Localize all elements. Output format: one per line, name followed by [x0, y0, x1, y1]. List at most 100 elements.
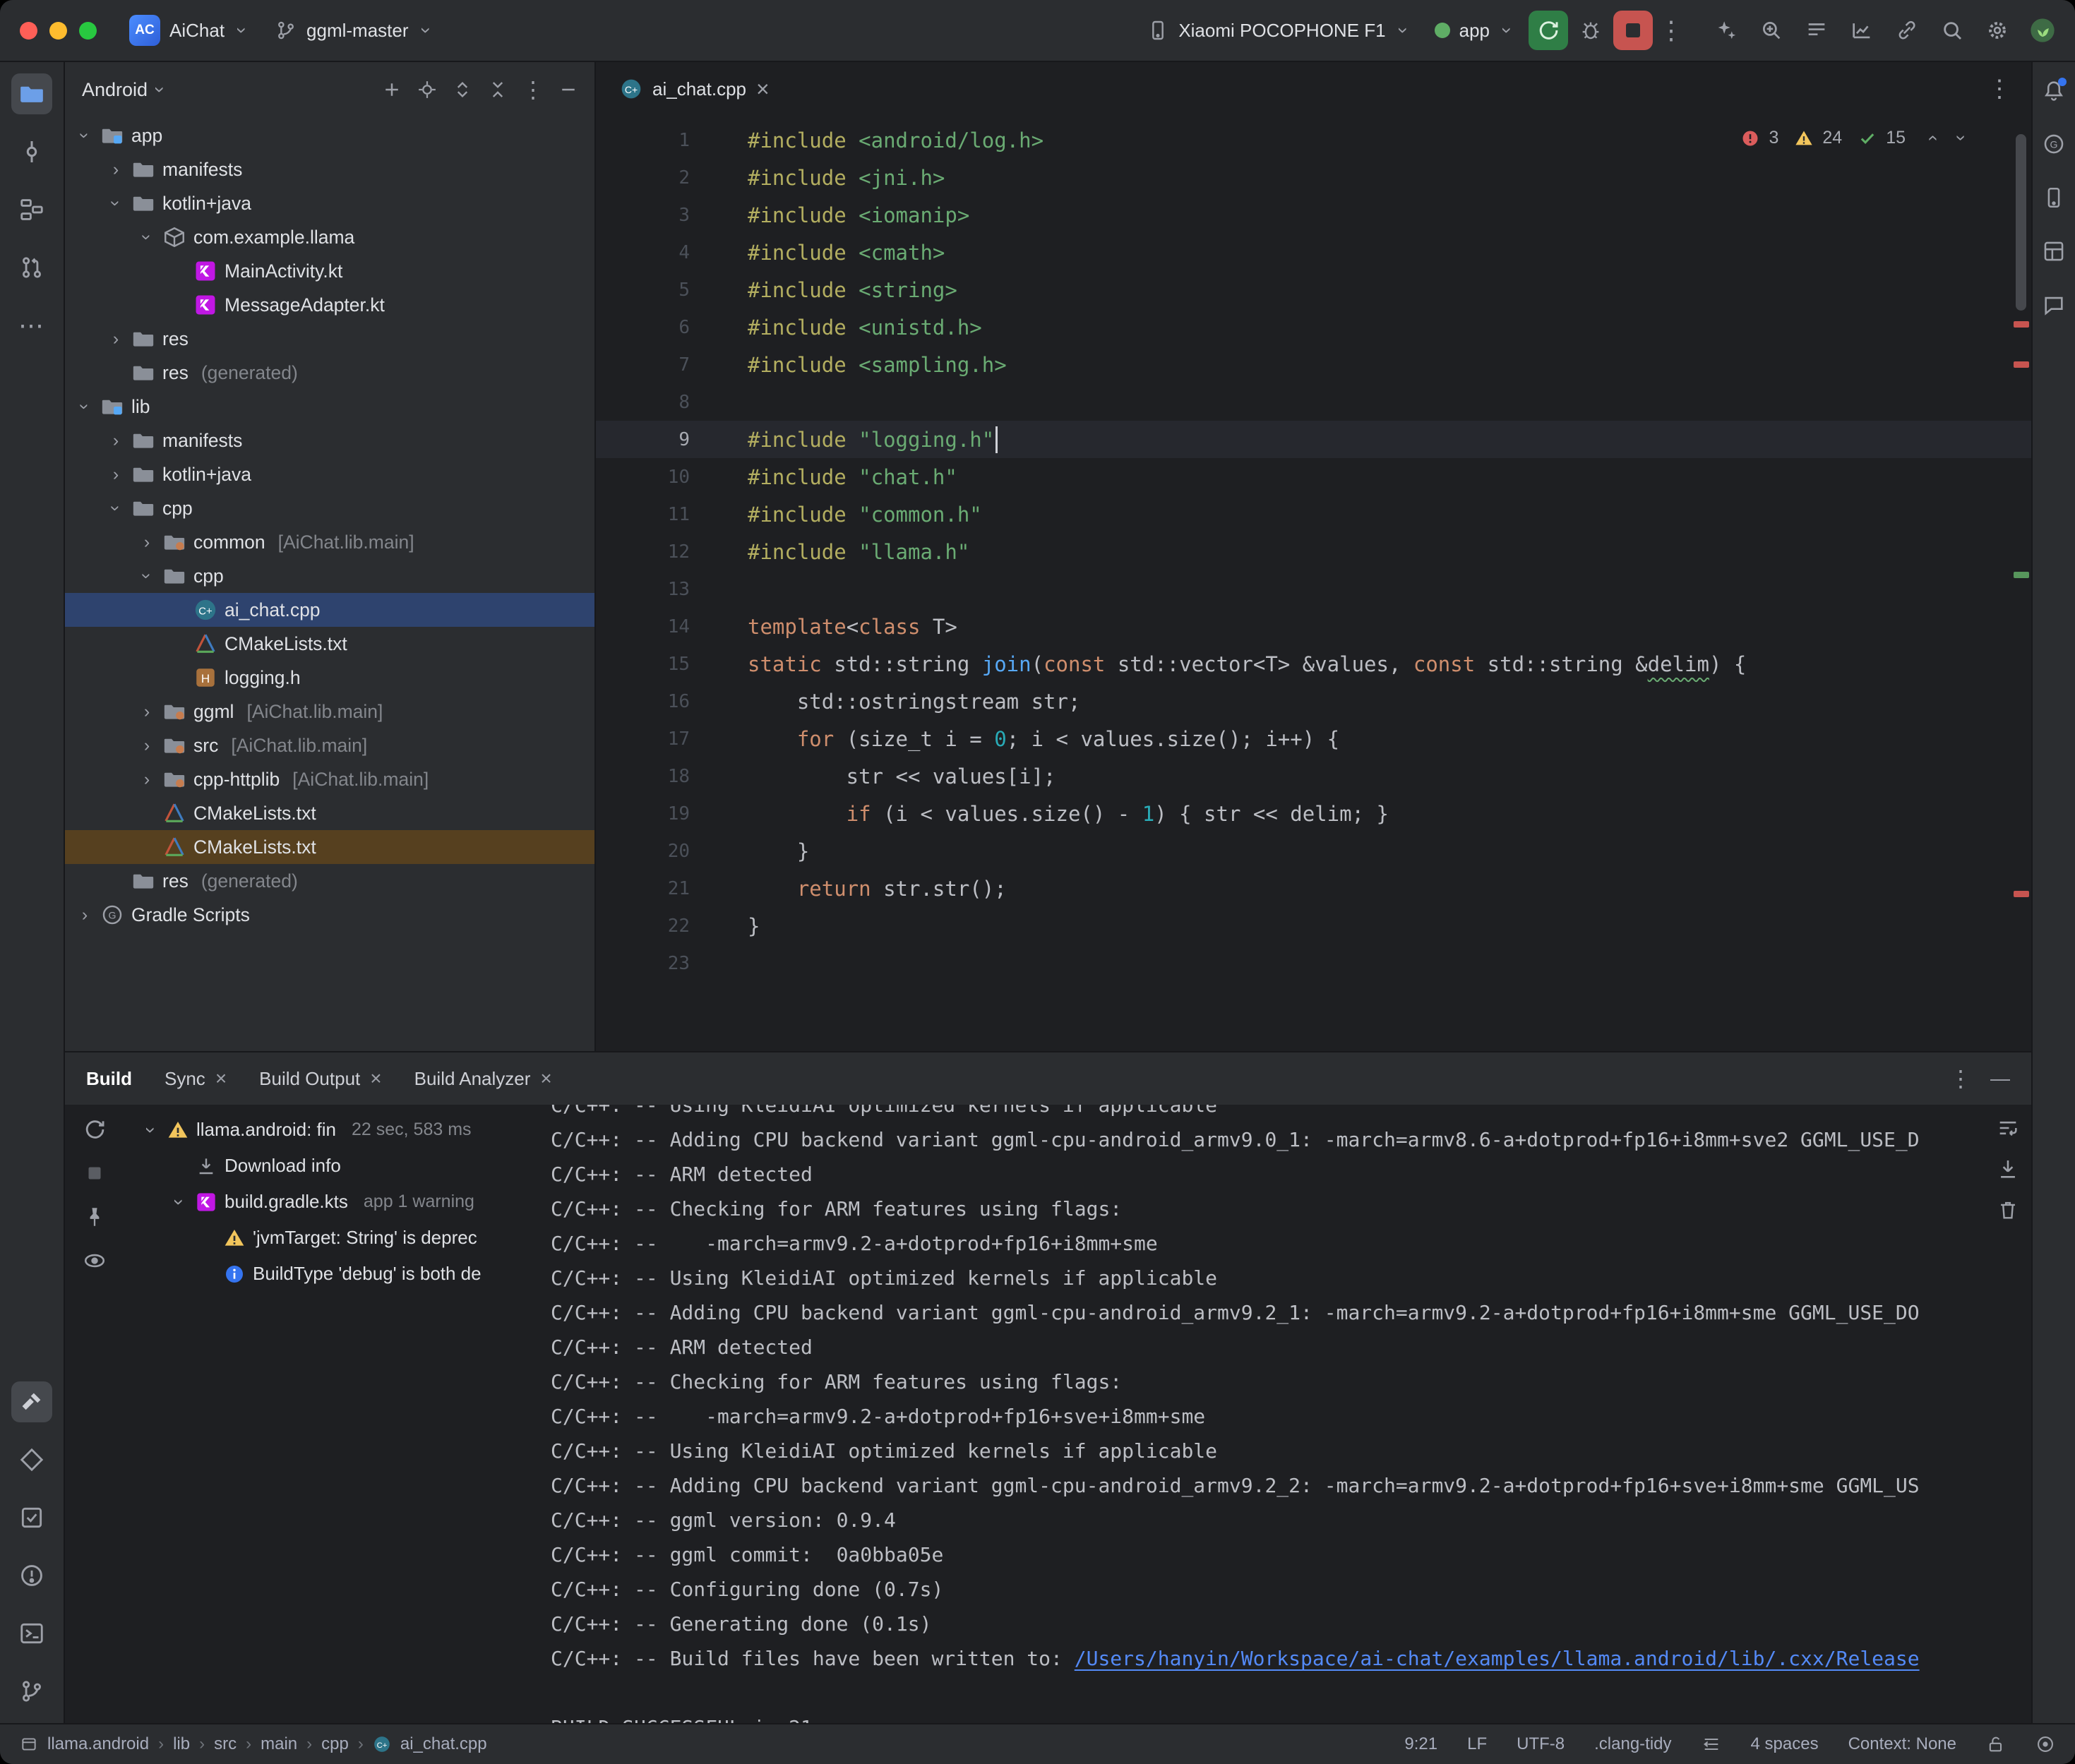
build-tree-item-build-gradle-kts[interactable]: ›build.gradle.ktsapp 1 warning — [124, 1184, 531, 1220]
line-number[interactable]: 14 — [596, 616, 748, 637]
line-number[interactable]: 22 — [596, 916, 748, 937]
build-tab-build-output[interactable]: Build Output× — [259, 1067, 381, 1090]
tree-item-gradle-scripts[interactable]: ›GGradle Scripts — [65, 898, 594, 932]
error-stripe-mark[interactable] — [2014, 361, 2029, 368]
close-tab-icon[interactable]: × — [756, 78, 770, 100]
editor-tab[interactable]: C+ ai_chat.cpp × — [602, 62, 788, 116]
line-number[interactable]: 13 — [596, 579, 748, 600]
build-panel-options-icon[interactable]: ⋮ — [1949, 1065, 1972, 1092]
line-number[interactable]: 15 — [596, 654, 748, 675]
logcat-icon[interactable] — [1800, 13, 1834, 47]
inspections-status-icon[interactable] — [2035, 1734, 2055, 1754]
code-line-8[interactable]: 8 — [596, 383, 2031, 421]
chevron-down-icon[interactable]: › — [171, 1194, 188, 1211]
tree-item-res[interactable]: res(generated) — [65, 356, 594, 390]
tree-item-messageadapter-kt[interactable]: MessageAdapter.kt — [65, 288, 594, 322]
device-manager-button[interactable] — [2037, 181, 2071, 215]
ai-actions-icon[interactable] — [1709, 13, 1743, 47]
line-number[interactable]: 5 — [596, 280, 748, 301]
tree-item-manifests[interactable]: ›manifests — [65, 152, 594, 186]
breadcrumb[interactable]: llama.android›lib›src›main›cpp›C+ai_chat… — [20, 1734, 487, 1754]
debug-button[interactable] — [1571, 11, 1610, 50]
add-icon[interactable] — [376, 73, 408, 106]
code-line-22[interactable]: 22} — [596, 907, 2031, 944]
tree-item-mainactivity-kt[interactable]: MainActivity.kt — [65, 254, 594, 288]
collapse-all-icon[interactable] — [482, 73, 514, 106]
inspections-widget[interactable]: 3 24 15 › › — [1740, 127, 1972, 149]
chevron-down-icon[interactable]: › — [143, 1122, 160, 1139]
line-number[interactable]: 10 — [596, 467, 748, 488]
tree-item-kotlin-java[interactable]: ›kotlin+java — [65, 186, 594, 220]
code-line-14[interactable]: 14template<class T> — [596, 608, 2031, 645]
notifications-button[interactable] — [2037, 73, 2071, 107]
tree-item-cmakelists-txt[interactable]: CMakeLists.txt — [65, 796, 594, 830]
line-number[interactable]: 6 — [596, 317, 748, 338]
code-line-21[interactable]: 21 return str.str(); — [596, 870, 2031, 907]
code-line-5[interactable]: 5#include <string> — [596, 271, 2031, 308]
chevron-right-icon[interactable]: › — [138, 737, 155, 754]
tree-item-app[interactable]: ›app — [65, 119, 594, 152]
hide-panel-icon[interactable] — [552, 73, 585, 106]
chevron-down-icon[interactable]: › — [138, 568, 155, 584]
tree-item-ai-chat-cpp[interactable]: C+ai_chat.cpp — [65, 593, 594, 627]
chevron-right-icon[interactable]: › — [76, 906, 93, 923]
inspect-icon[interactable] — [83, 1249, 107, 1273]
project-tree[interactable]: ›app›manifests›kotlin+java›com.example.l… — [65, 117, 594, 1051]
tree-item-cpp[interactable]: ›cpp — [65, 559, 594, 593]
version-control-tool-button[interactable] — [11, 1671, 52, 1712]
tree-item-cpp[interactable]: ›cpp — [65, 491, 594, 525]
zoom-window-button[interactable] — [79, 22, 97, 40]
build-tree[interactable]: ›llama.android: fin22 sec, 583 msDownloa… — [124, 1105, 531, 1723]
chevron-right-icon[interactable]: › — [107, 432, 124, 449]
code-line-13[interactable]: 13 — [596, 570, 2031, 608]
chevron-right-icon[interactable]: › — [138, 771, 155, 788]
line-number[interactable]: 23 — [596, 953, 748, 974]
terminal-tool-button[interactable] — [11, 1613, 52, 1654]
code-line-2[interactable]: 2#include <jni.h> — [596, 159, 2031, 196]
breadcrumb-item-ai-chat-cpp[interactable]: ai_chat.cpp — [400, 1734, 487, 1754]
tree-item-res[interactable]: ›res — [65, 322, 594, 356]
settings-gear-icon[interactable] — [1980, 13, 2014, 47]
pin-icon[interactable] — [83, 1205, 107, 1229]
chevron-down-icon[interactable]: › — [107, 500, 124, 517]
chevron-down-icon[interactable]: › — [138, 229, 155, 246]
rerun-build-icon[interactable] — [83, 1117, 107, 1141]
chevron-right-icon[interactable]: › — [107, 330, 124, 347]
code-line-16[interactable]: 16 std::ostringstream str; — [596, 683, 2031, 720]
close-tab-icon[interactable]: × — [370, 1067, 381, 1090]
profile-avatar[interactable] — [2026, 13, 2059, 47]
assistant-button[interactable] — [2037, 288, 2071, 322]
line-number[interactable]: 12 — [596, 541, 748, 563]
run-button[interactable] — [1529, 11, 1568, 50]
search-ai-icon[interactable] — [1754, 13, 1788, 47]
panel-options-icon[interactable]: ⋮ — [517, 73, 549, 106]
project-view-selector[interactable]: Android — [82, 79, 148, 101]
commit-tool-button[interactable] — [11, 131, 52, 172]
scroll-to-end-icon[interactable] — [1996, 1157, 2020, 1181]
dependencies-tool-button[interactable] — [11, 1439, 52, 1480]
close-window-button[interactable] — [20, 22, 37, 40]
next-problem-icon[interactable]: › — [1951, 128, 1973, 149]
chevron-down-icon[interactable]: › — [76, 127, 93, 144]
code-line-19[interactable]: 19 if (i < values.size() - 1) { str << d… — [596, 795, 2031, 832]
editor-options-icon[interactable]: ⋮ — [1973, 75, 2026, 103]
tree-item-common[interactable]: ›common[AiChat.lib.main] — [65, 525, 594, 559]
layout-inspector-button[interactable] — [2037, 234, 2071, 268]
gradle-tool-button[interactable]: G — [2037, 127, 2071, 161]
branch-selector[interactable]: ggml-master › — [265, 13, 444, 47]
project-tool-button[interactable] — [11, 73, 52, 114]
build-tree-item-jvmtarget-string-is-deprec[interactable]: 'jvmTarget: String' is deprec — [124, 1220, 531, 1256]
chevron-down-icon[interactable]: › — [76, 398, 93, 415]
caret-position[interactable]: 9:21 — [1404, 1734, 1437, 1754]
build-tool-button[interactable] — [11, 1381, 52, 1422]
stop-button[interactable] — [1613, 11, 1653, 50]
lock-icon[interactable] — [1986, 1734, 2006, 1754]
build-tree-item-llama-android-fin[interactable]: ›llama.android: fin22 sec, 583 ms — [124, 1112, 531, 1148]
code-editor[interactable]: 1#include <android/log.h>2#include <jni.… — [596, 116, 2031, 1051]
code-line-9[interactable]: 9#include "logging.h" — [596, 421, 2031, 458]
device-selector[interactable]: Xiaomi POCOPHONE F1 › — [1137, 13, 1421, 47]
chevron-down-icon[interactable]: › — [107, 195, 124, 212]
build-tree-item-download-info[interactable]: Download info — [124, 1148, 531, 1184]
code-line-23[interactable]: 23 — [596, 944, 2031, 982]
problems-tool-button[interactable] — [11, 1555, 52, 1596]
